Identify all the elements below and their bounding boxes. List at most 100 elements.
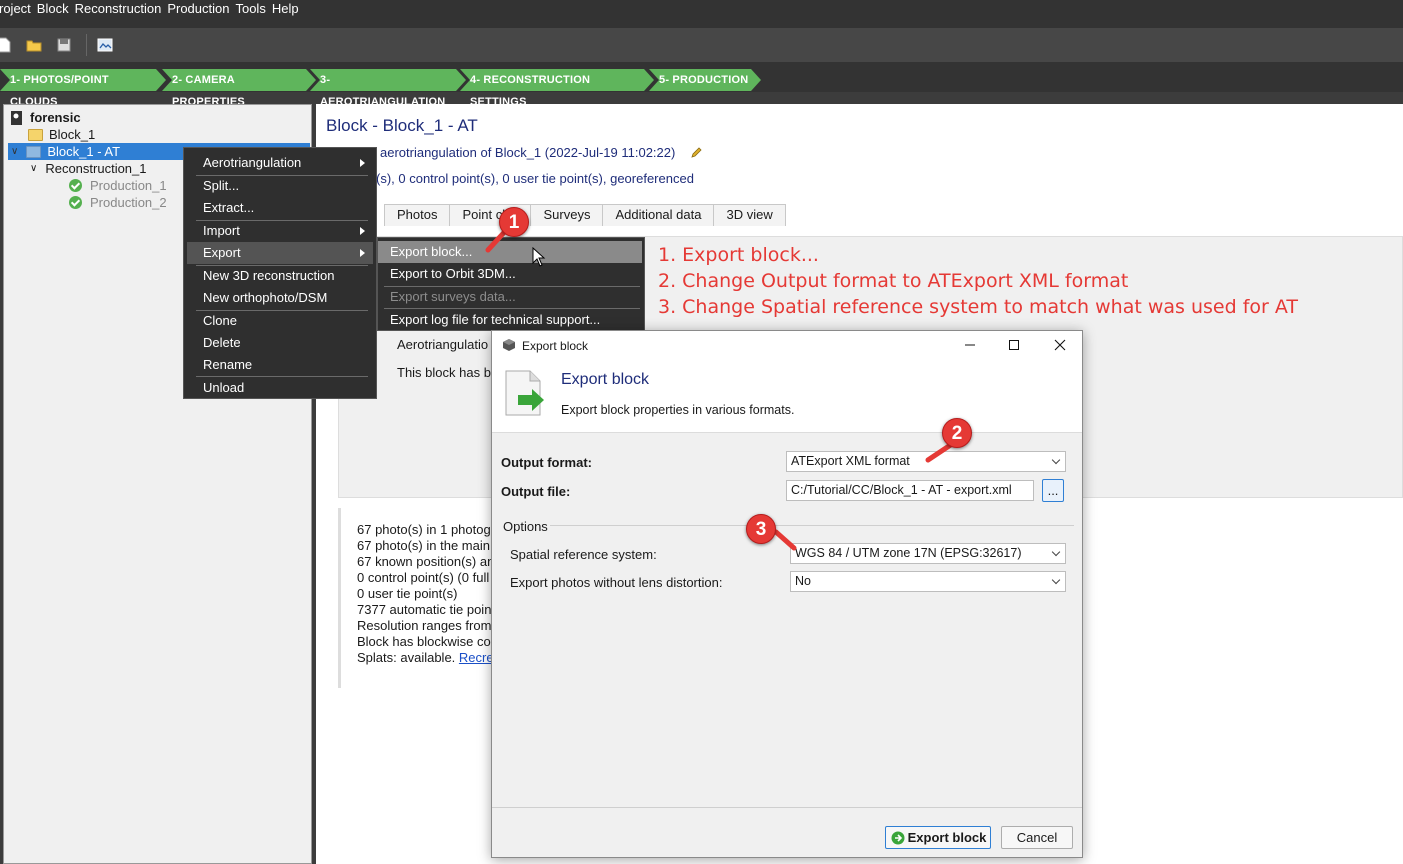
menu-item-unload[interactable]: Unload — [187, 377, 373, 399]
step-aerotriangulation[interactable]: 3- AEROTRIANGULATION — [310, 69, 466, 108]
step-photos[interactable]: 1- PHOTOS/POINT CLOUDS — [0, 69, 166, 108]
tree-item-production2[interactable]: Production_2 — [69, 194, 167, 211]
instruction-line: 1. Export block... — [658, 244, 819, 266]
page-title: Block - Block_1 - AT — [326, 116, 478, 135]
chevron-down-icon — [1051, 575, 1061, 585]
folder-icon — [26, 145, 42, 158]
stat-line: 67 photo(s) in the main — [357, 538, 490, 553]
chevron-down-icon[interactable]: ∨ — [30, 163, 37, 174]
chevron-down-icon[interactable]: ∨ — [11, 146, 18, 157]
export-arrow-icon — [891, 831, 905, 845]
image-icon[interactable] — [97, 37, 113, 53]
menu-item-export-orbit[interactable]: Export to Orbit 3DM... — [378, 263, 642, 285]
app-icon — [503, 339, 515, 351]
open-folder-icon[interactable] — [26, 37, 42, 53]
menu-item-export[interactable]: Export — [187, 242, 373, 264]
dialog-header-title: Export block — [561, 371, 650, 388]
menu-help[interactable]: Help — [269, 1, 302, 16]
tab-surveys[interactable]: Surveys — [530, 204, 604, 226]
menu-item-rename[interactable]: Rename — [187, 354, 373, 376]
stat-line: Block has blockwise colo — [357, 634, 501, 649]
tab-photos[interactable]: Photos — [384, 204, 451, 226]
check-icon — [69, 196, 82, 209]
menu-item-import[interactable]: Import — [187, 220, 373, 242]
menu-item-split[interactable]: Split... — [187, 175, 373, 197]
instruction-line: 3. Change Spatial reference system to ma… — [658, 296, 1298, 318]
stat-line: Splats: available. Recrea — [357, 650, 501, 665]
menu-item-export-surveys: Export surveys data... — [390, 289, 516, 304]
output-format-label: Output format: — [501, 455, 592, 470]
panel-text: Aerotriangulatio — [397, 337, 489, 352]
lens-distortion-select[interactable]: No — [790, 571, 1066, 592]
tree-project[interactable]: forensic — [10, 109, 81, 126]
annotation-badge-1: 1 — [499, 207, 529, 237]
chevron-right-icon — [360, 159, 365, 167]
project-icon — [11, 110, 22, 125]
cancel-button[interactable]: Cancel — [1001, 826, 1073, 849]
annotation-badge-2: 2 — [942, 418, 972, 448]
new-file-icon[interactable] — [0, 37, 12, 53]
step-production[interactable]: 5- PRODUCTION — [649, 69, 761, 91]
menu-bar: roject Block Reconstruction Production T… — [0, 0, 1403, 28]
export-block-button[interactable]: Export block — [885, 826, 991, 849]
export-block-dialog: Export block Export block Export block p… — [491, 330, 1083, 858]
menu-production[interactable]: Production — [164, 1, 232, 16]
menu-block[interactable]: Block — [34, 1, 72, 16]
output-file-input[interactable]: C:/Tutorial/CC/Block_1 - AT - export.xml — [786, 480, 1034, 501]
chevron-down-icon — [1051, 455, 1061, 465]
step-camera[interactable]: 2- CAMERA PROPERTIES — [162, 69, 316, 108]
footer-divider — [492, 807, 1082, 808]
tab-additional-data[interactable]: Additional data — [602, 204, 715, 226]
tree-item-reconstruction1[interactable]: ∨ Reconstruction_1 — [30, 160, 147, 177]
tree-item-production1[interactable]: Production_1 — [69, 177, 167, 194]
context-menu: Aerotriangulation Split... Extract... Im… — [183, 147, 377, 399]
tree-item-label: Production_2 — [90, 195, 167, 210]
stat-line: 0 control point(s) (0 full — [357, 570, 490, 585]
dialog-header: Export block Export block properties in … — [492, 361, 1082, 433]
menu-item-new-3d-reconstruction[interactable]: New 3D reconstruction — [187, 265, 373, 287]
options-label: Options — [503, 519, 548, 534]
pencil-icon[interactable] — [690, 147, 702, 159]
tree-item-label: Block_1 — [49, 127, 96, 142]
tab-3d-view[interactable]: 3D view — [713, 204, 786, 226]
output-file-label: Output file: — [501, 484, 571, 499]
menu-project[interactable]: roject — [0, 1, 34, 16]
tab-bar: Photos Point cl Surveys Additional data … — [384, 204, 786, 226]
chevron-down-icon — [1051, 547, 1061, 557]
stat-line: 0 user tie point(s) — [357, 586, 458, 601]
folder-icon — [28, 128, 43, 141]
close-icon[interactable] — [1054, 339, 1066, 351]
lens-distortion-label: Export photos without lens distortion: — [510, 575, 723, 590]
dialog-header-subtitle: Export block properties in various forma… — [561, 403, 795, 417]
menu-item-extract[interactable]: Extract... — [187, 197, 373, 219]
chevron-right-icon — [360, 249, 365, 257]
menu-item-clone[interactable]: Clone — [187, 310, 373, 332]
spatial-reference-select[interactable]: WGS 84 / UTM zone 17N (EPSG:32617) — [790, 543, 1066, 564]
stat-line: 67 known position(s) an — [357, 554, 495, 569]
menu-item-new-orthophoto[interactable]: New orthophoto/DSM — [187, 287, 373, 309]
step-reconstruction-settings[interactable]: 4- RECONSTRUCTION SETTINGS — [460, 69, 654, 108]
menu-item-export-log[interactable]: Export log file for technical support... — [378, 309, 642, 331]
browse-button[interactable]: ... — [1042, 479, 1064, 502]
tree-item-label: Reconstruction_1 — [45, 161, 147, 176]
save-icon[interactable] — [56, 37, 72, 53]
menu-reconstruction[interactable]: Reconstruction — [72, 1, 165, 16]
stat-line: Resolution ranges from — [357, 618, 492, 633]
panel-text: This block has be — [397, 365, 499, 380]
maximize-icon[interactable] — [1008, 339, 1020, 351]
annotation-badge-3: 3 — [746, 514, 776, 544]
menu-item-aerotriangulation[interactable]: Aerotriangulation — [187, 152, 373, 174]
check-icon — [69, 179, 82, 192]
menu-tools[interactable]: Tools — [232, 1, 268, 16]
minimize-icon[interactable] — [964, 339, 976, 351]
options-divider — [550, 525, 1074, 526]
dialog-title: Export block — [522, 339, 589, 353]
tree-item-label: Production_1 — [90, 178, 167, 193]
instruction-line: 2. Change Output format to ATExport XML … — [658, 270, 1129, 292]
block-summary: (s), 0 control point(s), 0 user tie poin… — [376, 171, 694, 186]
toolbar-separator — [86, 34, 87, 56]
tree-item-block1[interactable]: Block_1 — [28, 126, 95, 143]
toolbar — [0, 28, 1403, 62]
menu-item-delete[interactable]: Delete — [187, 332, 373, 354]
block-description: aerotriangulation of Block_1 (2022-Jul-1… — [380, 145, 676, 160]
